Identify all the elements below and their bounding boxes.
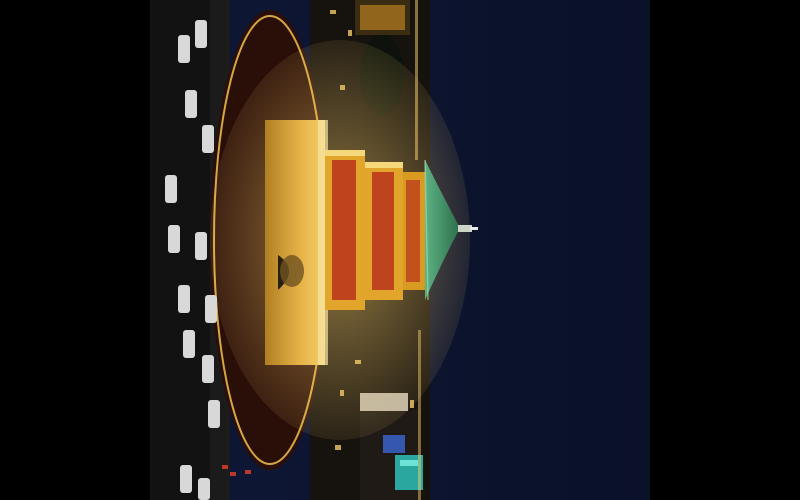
night-tower-photo: [150, 0, 650, 500]
image-viewer: [0, 0, 800, 500]
tower-base-platform: [265, 120, 325, 365]
night-photo-frame: [150, 0, 650, 500]
road-light-strip: [415, 0, 418, 160]
sign-blue: [383, 435, 405, 453]
tower-finial: [458, 225, 472, 232]
